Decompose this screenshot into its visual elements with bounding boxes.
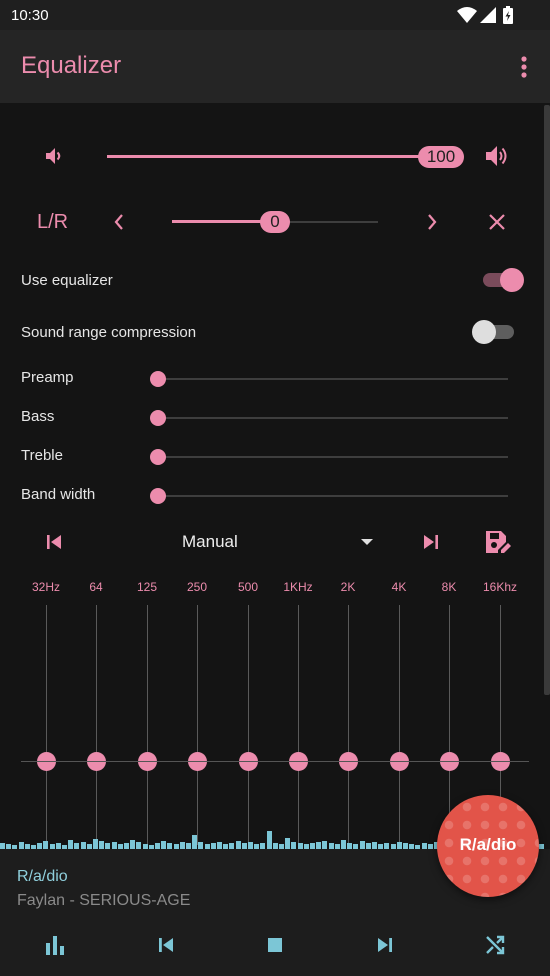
status-icons [457, 6, 513, 24]
balance-value[interactable]: 0 [260, 211, 290, 233]
band-fader-track[interactable] [449, 605, 450, 845]
sound-range-compression-switch[interactable] [472, 320, 515, 344]
band-label: 64 [89, 580, 103, 594]
band-label: 125 [136, 580, 158, 594]
balance-label: L/R [37, 211, 69, 233]
effect-slider-track[interactable] [158, 495, 508, 497]
signal-icon [480, 7, 496, 23]
band-fader-track[interactable] [197, 605, 198, 845]
skip-previous-icon[interactable] [44, 532, 64, 552]
band-fader-track[interactable] [348, 605, 349, 845]
band-fader-track[interactable] [298, 605, 299, 845]
app-bar: Equalizer [0, 30, 550, 103]
battery-icon [503, 6, 513, 24]
volume-value[interactable]: 100 [418, 146, 464, 168]
effect-slider-thumb[interactable] [150, 449, 166, 465]
band-fader-track[interactable] [248, 605, 249, 845]
effect-slider-track[interactable] [158, 378, 508, 380]
track-name: Faylan - SERIOUS-AGE [17, 892, 191, 909]
effect-slider-thumb[interactable] [150, 410, 166, 426]
effect-label: Bass [21, 408, 55, 425]
effect-label: Band width [21, 486, 96, 503]
band-fader-track[interactable] [96, 605, 97, 845]
effect-slider-track[interactable] [158, 417, 508, 419]
scrollbar[interactable] [544, 105, 550, 695]
save-edit-icon[interactable] [484, 529, 512, 555]
stop-icon[interactable] [263, 933, 287, 957]
band-label: 250 [186, 580, 208, 594]
band-label: 500 [237, 580, 259, 594]
dropdown-arrow-icon [361, 539, 373, 545]
page-title: Equalizer [21, 52, 122, 79]
wifi-icon [457, 7, 477, 23]
band-label: 16Khz [482, 580, 518, 594]
band-label: 8K [441, 580, 457, 594]
chevron-right-icon[interactable] [425, 212, 439, 232]
fab-label: R/a/dio [459, 835, 517, 854]
radio-fab-button[interactable]: R/a/dio [437, 795, 539, 897]
station-name: R/a/dio [17, 868, 68, 885]
chevron-left-icon[interactable] [112, 212, 126, 232]
close-icon[interactable] [487, 212, 507, 232]
band-label: 4K [391, 580, 407, 594]
effect-label: Treble [21, 447, 63, 464]
status-time: 10:30 [11, 7, 49, 24]
use-equalizer-switch[interactable] [483, 268, 526, 292]
band-label: 2K [340, 580, 356, 594]
eq-zero-line [21, 761, 529, 762]
effect-label: Preamp [21, 369, 74, 386]
sound-range-compression-label: Sound range compression [21, 324, 197, 341]
equalizer-panel: 100 L/R 0 Use equalizer Sound range comp… [0, 103, 550, 849]
status-bar: 10:30 [0, 0, 550, 30]
volume-down-icon[interactable] [44, 146, 64, 166]
band-fader-track[interactable] [147, 605, 148, 845]
effect-slider-thumb[interactable] [150, 488, 166, 504]
equalizer-icon[interactable] [43, 933, 67, 957]
skip-next-icon[interactable] [373, 933, 397, 957]
band-fader-track[interactable] [46, 605, 47, 845]
shuffle-icon[interactable] [483, 933, 507, 957]
band-label: 1KHz [283, 580, 313, 594]
band-fader-track[interactable] [399, 605, 400, 845]
more-vert-icon[interactable] [520, 55, 528, 79]
skip-previous-icon[interactable] [154, 933, 178, 957]
effect-slider-thumb[interactable] [150, 371, 166, 387]
preset-dropdown[interactable]: Manual [182, 530, 378, 554]
volume-up-icon[interactable] [484, 144, 510, 168]
effect-slider-track[interactable] [158, 456, 508, 458]
band-label: 32Hz [31, 580, 60, 594]
preset-selected: Manual [182, 532, 238, 551]
use-equalizer-label: Use equalizer [21, 272, 113, 289]
skip-next-icon[interactable] [421, 532, 441, 552]
